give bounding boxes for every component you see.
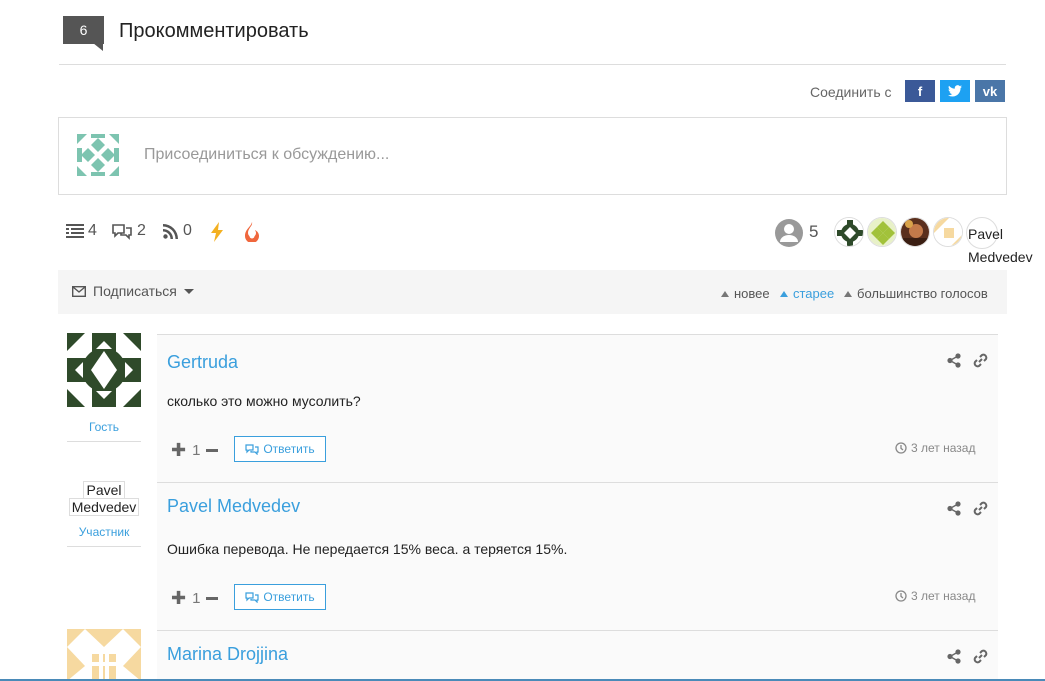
comment-input-box[interactable]: Присоединиться к обсуждению... — [58, 117, 1007, 195]
comment-author-name[interactable]: Gertruda — [167, 352, 238, 373]
comment-actions — [947, 501, 988, 516]
participant-name: Pavel Medvedev — [968, 226, 1033, 265]
comments-icon — [245, 443, 259, 455]
comment-text: сколько это можно мусолить? — [167, 393, 361, 409]
comment-author-role: Участник — [78, 525, 130, 539]
avatar-alt-line2: Medvedev — [68, 498, 140, 516]
comment-author-avatar[interactable] — [67, 333, 141, 407]
comment-author-avatar[interactable]: Pavel Medvedev — [67, 481, 141, 516]
trending-button[interactable] — [243, 222, 261, 242]
guest-avatar — [77, 134, 119, 176]
divider — [67, 441, 141, 442]
avatar-alt-line1: Pavel — [83, 481, 125, 498]
replies-stat[interactable]: 2 — [111, 222, 146, 240]
sort-arrow-icon — [721, 290, 729, 297]
comment-card: Marina Drojjina — [157, 630, 998, 681]
comment-author-avatar[interactable] — [67, 629, 141, 681]
sort-arrow-icon — [844, 290, 852, 297]
connect-label: Соединить с — [810, 84, 892, 100]
subscribe-dropdown[interactable]: Подписаться — [72, 283, 194, 299]
participants-count: 5 — [809, 222, 819, 241]
participant-avatar[interactable] — [900, 217, 930, 247]
vote-count: 1 — [192, 442, 201, 459]
sort-oldest-label: старее — [793, 286, 835, 301]
clock-icon — [895, 442, 907, 454]
sort-most-voted[interactable]: большинство голосов — [844, 286, 988, 301]
followers-count: 0 — [183, 222, 192, 239]
upvote-plus-icon[interactable]: ✚ — [171, 440, 186, 461]
link-icon[interactable] — [973, 649, 988, 664]
comments-icon — [245, 591, 259, 603]
comment-card: Pavel Medvedev Ошибка перевода. Не перед… — [157, 482, 998, 630]
comment-author-name[interactable]: Pavel Medvedev — [167, 496, 300, 517]
reply-button[interactable]: Ответить — [234, 436, 326, 462]
comment-author-role: Гость — [88, 420, 120, 434]
share-icon[interactable] — [947, 649, 961, 664]
comment-votes: ✚ 1 — [171, 440, 219, 461]
envelope-icon — [72, 285, 86, 297]
fire-icon — [245, 222, 259, 242]
sort-most-voted-label: большинство голосов — [857, 286, 988, 301]
share-icon[interactable] — [947, 353, 961, 368]
sort-newest-label: новее — [734, 286, 770, 301]
vk-login-button[interactable]: vk — [975, 80, 1005, 102]
comment-timestamp[interactable]: 3 лет назад — [895, 441, 975, 455]
reply-label: Ответить — [263, 590, 315, 604]
threads-stat[interactable]: 4 — [66, 222, 97, 240]
sort-arrow-icon — [780, 290, 788, 297]
caret-down-icon — [183, 288, 194, 294]
vk-icon: vk — [982, 83, 998, 99]
facebook-icon: f — [917, 83, 923, 99]
threads-count: 4 — [88, 222, 97, 239]
rss-icon — [163, 224, 178, 239]
comment-count-badge: 6 — [63, 16, 104, 51]
vote-count: 1 — [192, 590, 201, 607]
comment-time-label: 3 лет назад — [911, 589, 976, 603]
twitter-login-button[interactable] — [940, 80, 970, 102]
join-discussion-placeholder: Присоединиться к обсуждению... — [144, 146, 390, 163]
replies-icon — [112, 223, 132, 240]
followers-stat[interactable]: 0 — [163, 222, 192, 240]
comment-time-label: 3 лет назад — [911, 441, 976, 455]
sort-newest[interactable]: новее — [721, 286, 770, 301]
share-icon[interactable] — [947, 501, 961, 516]
comment-timestamp[interactable]: 3 лет назад — [895, 589, 975, 603]
comment-text: Ошибка перевода. Не передается 15% веса.… — [167, 541, 568, 557]
subscribe-bar: Подписаться новее старее большинство гол… — [58, 270, 1007, 314]
page-title: Прокомментировать — [119, 20, 309, 42]
link-icon[interactable] — [973, 353, 988, 368]
divider — [59, 64, 1006, 65]
replies-count: 2 — [137, 222, 146, 239]
downvote-minus-icon[interactable] — [206, 449, 219, 452]
comment-votes: ✚ 1 — [171, 588, 219, 609]
comment-card: Gertruda сколько это можно мусолить? ✚ 1… — [157, 334, 998, 482]
subscribe-label: Подписаться — [93, 283, 177, 299]
participant-avatar[interactable] — [933, 217, 963, 247]
upvote-plus-icon[interactable]: ✚ — [171, 588, 186, 609]
hot-comments-button[interactable] — [210, 222, 224, 242]
downvote-minus-icon[interactable] — [206, 597, 219, 600]
lightning-icon — [211, 222, 223, 242]
participants-icon — [775, 219, 803, 247]
twitter-icon — [948, 85, 962, 97]
facebook-login-button[interactable]: f — [905, 80, 935, 102]
threads-icon — [66, 224, 84, 238]
reply-label: Ответить — [263, 442, 315, 456]
link-icon[interactable] — [973, 501, 988, 516]
comment-actions — [947, 353, 988, 368]
participant-avatar[interactable] — [834, 217, 864, 247]
clock-icon — [895, 590, 907, 602]
comment-actions — [947, 649, 988, 664]
sort-oldest[interactable]: старее — [780, 286, 834, 301]
divider — [67, 546, 141, 547]
comment-author-name[interactable]: Marina Drojjina — [167, 644, 288, 665]
participant-avatar[interactable] — [867, 217, 897, 247]
reply-button[interactable]: Ответить — [234, 584, 326, 610]
